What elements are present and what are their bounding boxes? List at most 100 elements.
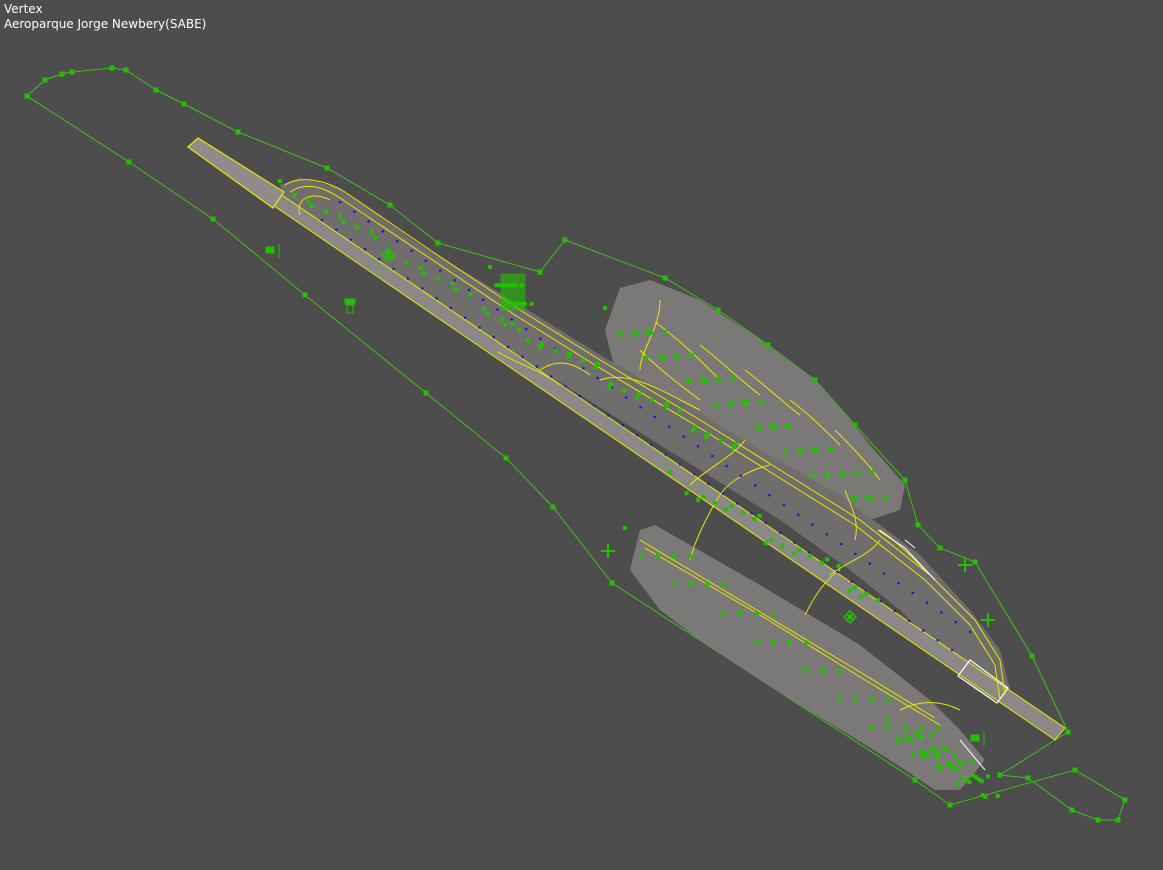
vertex-handle[interactable] xyxy=(758,400,763,405)
vertex-handles[interactable] xyxy=(24,65,1128,823)
vertex-handle[interactable] xyxy=(499,317,504,322)
vertex-handle[interactable] xyxy=(784,423,789,428)
vertex-handle[interactable] xyxy=(947,802,953,808)
vertex-handle[interactable] xyxy=(837,696,842,701)
vertex-handle[interactable] xyxy=(1029,653,1035,659)
vertex-handle[interactable] xyxy=(1122,797,1128,803)
vertex-handle[interactable] xyxy=(945,761,950,766)
vertex-handle[interactable] xyxy=(1025,775,1031,781)
vertex-handle[interactable] xyxy=(724,507,729,512)
vertex-handle[interactable] xyxy=(913,731,918,736)
vertex-handle[interactable] xyxy=(804,668,809,673)
vertex-handle[interactable] xyxy=(986,774,991,779)
vertex-handle[interactable] xyxy=(453,287,458,292)
vertex-handle[interactable] xyxy=(658,354,663,359)
vertex-handle[interactable] xyxy=(700,377,705,382)
vertex-handle[interactable] xyxy=(292,193,297,198)
vertex-handle[interactable] xyxy=(672,582,677,587)
vertex-handle[interactable] xyxy=(780,544,785,549)
vertex-handle[interactable] xyxy=(450,281,455,286)
vertex-handle[interactable] xyxy=(306,198,311,203)
vertex-handle[interactable] xyxy=(502,322,507,327)
vertex-handle[interactable] xyxy=(517,328,521,332)
vertex-handle[interactable] xyxy=(811,447,816,452)
vertex-handle[interactable] xyxy=(919,754,924,759)
vertex-handle[interactable] xyxy=(852,422,858,428)
vertex-handle[interactable] xyxy=(663,405,668,410)
vertex-handle[interactable] xyxy=(820,669,825,674)
vertex-handle[interactable] xyxy=(645,329,650,334)
vertex-handle[interactable] xyxy=(485,312,490,317)
vertex-handle[interactable] xyxy=(783,449,788,454)
vertex-handle[interactable] xyxy=(928,732,933,737)
vertex-handle[interactable] xyxy=(765,342,771,348)
vertex-handle[interactable] xyxy=(622,388,627,393)
vertex-handle[interactable] xyxy=(936,726,941,731)
vertex-handle[interactable] xyxy=(797,547,802,552)
vertex-handle[interactable] xyxy=(738,611,743,616)
vertex-handle[interactable] xyxy=(812,377,818,383)
vertex-handle[interactable] xyxy=(771,612,776,617)
vertex-handle[interactable] xyxy=(837,669,842,674)
vertex-handle[interactable] xyxy=(423,390,429,396)
vertex-handle[interactable] xyxy=(550,504,556,510)
vertex-handle[interactable] xyxy=(808,554,813,559)
vertex-handle[interactable] xyxy=(937,545,943,551)
vertex-handle[interactable] xyxy=(644,355,649,360)
vertex-handle[interactable] xyxy=(859,594,864,599)
vertex-handle[interactable] xyxy=(731,376,736,381)
vertex-handle[interactable] xyxy=(525,338,530,343)
vertex-handle[interactable] xyxy=(631,330,636,335)
vertex-handle[interactable] xyxy=(929,746,934,751)
vertex-handle[interactable] xyxy=(562,237,568,243)
vertex-handle[interactable] xyxy=(955,781,960,786)
vertex-handle[interactable] xyxy=(971,773,976,778)
vertex-handle[interactable] xyxy=(603,306,607,310)
vertex-handle[interactable] xyxy=(853,697,858,702)
vertex-handle[interactable] xyxy=(910,752,915,757)
vertex-handle[interactable] xyxy=(488,265,492,269)
vertex-handle[interactable] xyxy=(997,772,1003,778)
vertex-handle[interactable] xyxy=(902,477,908,483)
vertex-handle[interactable] xyxy=(936,755,940,759)
vertex-handle[interactable] xyxy=(886,725,891,730)
vertex-handle[interactable] xyxy=(836,563,841,568)
vertex-handle[interactable] xyxy=(684,491,689,496)
vertex-handle[interactable] xyxy=(851,496,856,501)
vertex-handle[interactable] xyxy=(952,754,957,759)
vertex-handle[interactable] xyxy=(825,557,830,562)
vertex-handle[interactable] xyxy=(853,585,858,590)
vertex-handle[interactable] xyxy=(819,560,824,565)
vertex-handle[interactable] xyxy=(866,495,870,499)
vertex-handle[interactable] xyxy=(341,219,346,224)
vertex-handle[interactable] xyxy=(864,591,869,596)
vertex-handle[interactable] xyxy=(961,776,966,781)
vertex-handle[interactable] xyxy=(870,725,875,730)
vertex-handle[interactable] xyxy=(607,385,612,390)
vertex-handle[interactable] xyxy=(309,203,314,208)
vertex-handle[interactable] xyxy=(235,129,241,135)
vertex-handle[interactable] xyxy=(673,353,678,358)
vertex-handle[interactable] xyxy=(323,209,328,214)
vertex-handle[interactable] xyxy=(418,265,423,270)
vertex-handle[interactable] xyxy=(338,214,343,219)
vertex-handle[interactable] xyxy=(355,225,360,230)
vertex-handle[interactable] xyxy=(787,640,792,645)
vertex-handle[interactable] xyxy=(904,734,909,739)
vertex-handle[interactable] xyxy=(324,165,330,171)
vertex-handle[interactable] xyxy=(553,348,558,353)
tower-icon[interactable] xyxy=(344,298,356,314)
vertex-handle[interactable] xyxy=(870,697,875,702)
vertex-handle[interactable] xyxy=(885,718,890,722)
vertex-handle[interactable] xyxy=(153,87,159,93)
vertex-handle[interactable] xyxy=(181,101,187,107)
vertex-handle[interactable] xyxy=(688,554,693,559)
vertex-handle[interactable] xyxy=(771,640,776,645)
vertex-handle[interactable] xyxy=(422,271,427,276)
vertex-handle[interactable] xyxy=(721,583,726,588)
vertex-handle[interactable] xyxy=(123,67,129,73)
vertex-handle[interactable] xyxy=(436,276,441,281)
vertex-handle[interactable] xyxy=(870,470,875,475)
vertex-handle[interactable] xyxy=(494,283,499,288)
vertex-handle[interactable] xyxy=(824,472,829,477)
